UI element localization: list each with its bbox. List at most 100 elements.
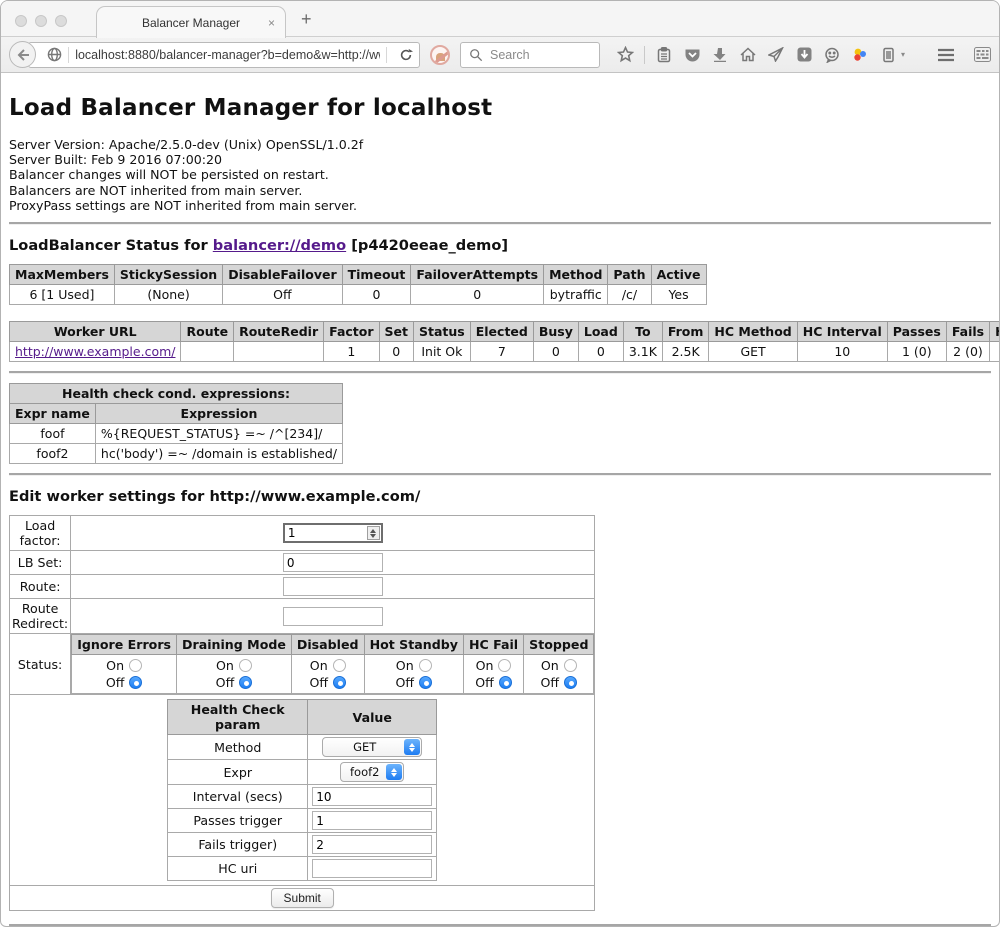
url-separator: [68, 47, 69, 63]
home-icon[interactable]: [739, 46, 757, 64]
status-heading-suffix: [p4420eeae_demo]: [346, 237, 508, 254]
device-battery-icon[interactable]: [879, 46, 897, 64]
hc-uri-input[interactable]: [312, 859, 432, 878]
expr-name-foof2: foof2: [10, 444, 96, 464]
val-maxmembers: 6 [1 Used]: [10, 285, 115, 305]
toolbar-icons: ▾: [616, 46, 931, 64]
bookmark-star-icon[interactable]: [616, 46, 634, 64]
lb-set-input[interactable]: [283, 553, 383, 572]
extension-colored-dots-icon[interactable]: [851, 46, 869, 64]
new-tab-button[interactable]: +: [301, 9, 312, 30]
val-busy: 0: [533, 342, 578, 362]
disabled-on-radio[interactable]: [333, 659, 346, 672]
col-draining-mode: Draining Mode: [177, 635, 292, 655]
route-input[interactable]: [283, 577, 383, 596]
draining-mode-on-radio[interactable]: [239, 659, 252, 672]
hc-fail-on-radio[interactable]: [498, 659, 511, 672]
browser-window: Balancer Manager × + localhost:8880/bala…: [0, 0, 1000, 927]
spinner-arrows-icon[interactable]: [367, 526, 380, 540]
tab-groups-icon[interactable]: [973, 46, 991, 64]
stopped-on-radio[interactable]: [564, 659, 577, 672]
downloads-icon[interactable]: [711, 46, 729, 64]
page-title: Load Balancer Manager for localhost: [9, 95, 991, 121]
hc-fail-off-radio[interactable]: [499, 676, 512, 689]
hot-standby-on-radio[interactable]: [419, 659, 432, 672]
val-fails: 2 (0): [946, 342, 989, 362]
tab-close-icon[interactable]: ×: [268, 16, 275, 30]
off-label: Off: [106, 675, 125, 690]
ignore-errors-on-radio[interactable]: [129, 659, 142, 672]
content-blocker-extension-icon[interactable]: [430, 45, 450, 65]
device-dropdown-caret-icon[interactable]: ▾: [901, 50, 905, 59]
reading-list-icon[interactable]: [655, 46, 673, 64]
server-version-line: Server Version: Apache/2.5.0-dev (Unix) …: [9, 137, 991, 152]
val-elected: 7: [470, 342, 533, 362]
col-method: Method: [544, 265, 608, 285]
pocket-icon[interactable]: [683, 46, 701, 64]
divider: [9, 222, 991, 225]
health-check-param-table: Health Check param Value Method GET: [167, 699, 437, 881]
worker-url-link[interactable]: http://www.example.com/: [15, 344, 175, 359]
close-window-button[interactable]: [15, 15, 27, 27]
route-redirect-input[interactable]: [283, 607, 383, 626]
status-label: Status:: [10, 634, 71, 695]
val-set: 0: [379, 342, 413, 362]
submit-button[interactable]: Submit: [271, 888, 334, 908]
back-button[interactable]: [9, 41, 36, 68]
fails-input[interactable]: [312, 835, 432, 854]
toolbar-separator: [644, 46, 645, 64]
persist-notice-line: Balancer changes will NOT be persisted o…: [9, 167, 991, 182]
col-timeout: Timeout: [342, 265, 411, 285]
hot-standby-off-radio[interactable]: [419, 676, 432, 689]
off-label: Off: [475, 675, 494, 690]
method-select[interactable]: GET: [322, 737, 422, 757]
menu-hamburger-icon[interactable]: [937, 46, 955, 64]
expr-name-foof: foof: [10, 424, 96, 444]
tab-balancer-manager[interactable]: Balancer Manager ×: [96, 6, 286, 38]
hc-fails-row: Fails trigger): [168, 833, 437, 857]
minimize-window-button[interactable]: [35, 15, 47, 27]
draining-mode-off-radio[interactable]: [239, 676, 252, 689]
passes-label: Passes trigger: [168, 809, 308, 833]
zoom-window-button[interactable]: [55, 15, 67, 27]
col-stopped: Stopped: [524, 635, 594, 655]
stopped-off-radio[interactable]: [564, 676, 577, 689]
disabled-off-radio[interactable]: [333, 676, 346, 689]
val-route: [181, 342, 234, 362]
col-failoverattempts: FailoverAttempts: [411, 265, 544, 285]
val-hc-interval: 10: [797, 342, 887, 362]
col-hot-standby: Hot Standby: [364, 635, 463, 655]
reload-button[interactable]: [393, 48, 419, 62]
hc-expr-title: Health check cond. expressions:: [10, 384, 343, 404]
val-method: bytraffic: [544, 285, 608, 305]
hc-interval-row: Interval (secs): [168, 785, 437, 809]
route-redirect-label: Route Redirect:: [10, 599, 71, 634]
off-label: Off: [216, 675, 235, 690]
balancer-demo-link[interactable]: balancer://demo: [213, 237, 346, 254]
passes-input[interactable]: [312, 811, 432, 830]
url-bar[interactable]: localhost:8880/balancer-manager?b=demo&w…: [28, 42, 420, 68]
val-failoverattempts: 0: [411, 285, 544, 305]
form-row-lb-set: LB Set:: [10, 551, 595, 575]
send-to-device-icon[interactable]: [767, 46, 785, 64]
search-bar[interactable]: Search: [460, 42, 600, 68]
worker-url-cell: http://www.example.com/: [10, 342, 181, 362]
url-text[interactable]: localhost:8880/balancer-manager?b=demo&w…: [75, 48, 380, 62]
expr-select[interactable]: foof2: [340, 762, 404, 782]
divider: [9, 371, 991, 374]
val-disablefailover: Off: [223, 285, 342, 305]
on-label: On: [396, 658, 414, 673]
col-disablefailover: DisableFailover: [223, 265, 342, 285]
col-elected: Elected: [470, 322, 533, 342]
feedback-smiley-icon[interactable]: [823, 46, 841, 64]
loadbalancer-status-heading: LoadBalancer Status for balancer://demo …: [9, 237, 991, 254]
col-expression: Expression: [95, 404, 342, 424]
interval-input[interactable]: [312, 787, 432, 806]
hc-param-header-row: Health Check param Value: [168, 700, 437, 735]
form-row-route: Route:: [10, 575, 595, 599]
col-set: Set: [379, 322, 413, 342]
val-stickysession: (None): [114, 285, 222, 305]
val-from: 2.5K: [662, 342, 709, 362]
ignore-errors-off-radio[interactable]: [129, 676, 142, 689]
save-to-pocket-icon[interactable]: [795, 46, 813, 64]
